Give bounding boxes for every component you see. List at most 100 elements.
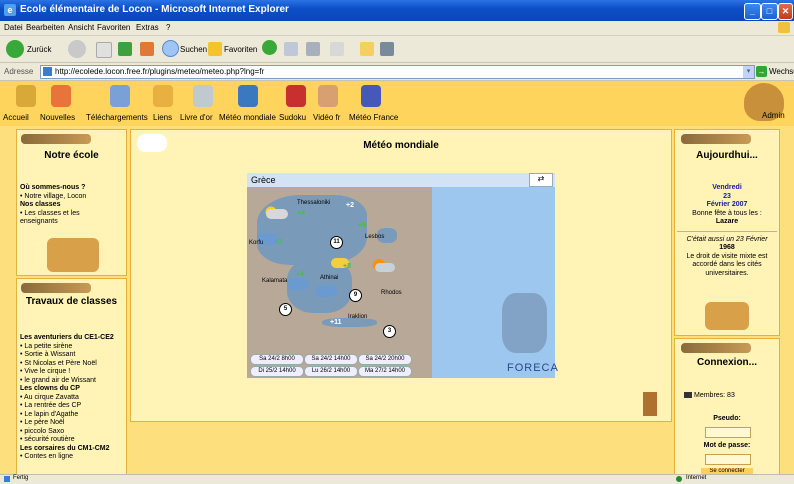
day-button[interactable]: Ma 27/2 14h00 bbox=[358, 366, 412, 377]
nav-meteo-mondiale[interactable]: Météo mondiale bbox=[219, 113, 276, 122]
branch-decoration bbox=[681, 134, 751, 144]
temp-label: +3 bbox=[358, 222, 366, 229]
home-icon[interactable] bbox=[140, 42, 154, 56]
notre-ecole-list: Où sommes-nous ? • Notre village, Locon … bbox=[20, 184, 86, 227]
wind-marker: 3 bbox=[383, 325, 396, 338]
day-button[interactable]: Lu 26/2 14h00 bbox=[304, 366, 358, 377]
cloud-icon bbox=[287, 278, 309, 290]
children-illustration bbox=[705, 302, 749, 330]
back-icon[interactable] bbox=[6, 40, 24, 58]
address-dropdown-icon[interactable]: ▾ bbox=[743, 66, 754, 78]
search-icon[interactable] bbox=[162, 40, 179, 57]
travaux-box: Travaux de classes Les aventuriers du CE… bbox=[16, 278, 127, 476]
nav-liens[interactable]: Liens bbox=[153, 113, 172, 122]
day-button[interactable]: Di 25/2 14h00 bbox=[250, 366, 304, 377]
print-icon[interactable] bbox=[330, 42, 344, 56]
forward-icon[interactable] bbox=[68, 40, 86, 58]
nav-sudoku[interactable]: Sudoku bbox=[279, 113, 306, 122]
go-icon[interactable]: → bbox=[756, 66, 767, 77]
link-classes[interactable]: • Les classes et les bbox=[20, 210, 86, 219]
travail-link[interactable]: • Vive le cirque ! bbox=[20, 368, 114, 377]
page-status-icon bbox=[4, 476, 10, 482]
meteo-mondiale-icon[interactable] bbox=[238, 85, 258, 107]
menu-help[interactable]: ? bbox=[166, 23, 170, 32]
travail-link[interactable]: • sécurité routière bbox=[20, 436, 114, 445]
favorites-label[interactable]: Favoriten bbox=[224, 45, 257, 54]
travaux-title: Travaux de classes bbox=[25, 296, 118, 307]
close-button[interactable]: ✕ bbox=[778, 3, 793, 20]
city-label: Rhodos bbox=[381, 290, 402, 296]
link-classes-cont[interactable]: enseignants bbox=[20, 218, 86, 227]
city-label: Korfu bbox=[249, 240, 264, 246]
menu-bearbeiten[interactable]: Bearbeiten bbox=[26, 23, 65, 32]
livre-dor-icon[interactable] bbox=[193, 85, 213, 107]
refresh-icon[interactable] bbox=[118, 42, 132, 56]
city-label: Lesbos bbox=[365, 234, 385, 240]
travail-link[interactable]: • piccolo Saxo bbox=[20, 428, 114, 437]
mail-icon[interactable] bbox=[306, 42, 320, 56]
menu-datei[interactable]: Datei bbox=[4, 23, 23, 32]
weather-map[interactable] bbox=[247, 173, 555, 378]
day-button[interactable]: Sa 24/2 20h00 bbox=[358, 354, 412, 365]
link-notre-village[interactable]: • Notre village, Locon bbox=[20, 193, 86, 202]
meteo-france-icon[interactable] bbox=[361, 85, 381, 107]
sudoku-icon[interactable] bbox=[286, 85, 306, 107]
maximize-button[interactable]: □ bbox=[761, 3, 778, 20]
telechargements-icon[interactable] bbox=[110, 85, 130, 107]
members-count: Membres: 83 bbox=[694, 392, 735, 399]
travail-link[interactable]: • Contes en ligne bbox=[20, 453, 114, 462]
aujourdhui-box: Aujourdhui... Vendredi 23 Février 2007 B… bbox=[674, 129, 780, 336]
liens-icon[interactable] bbox=[153, 85, 173, 107]
folder-icon[interactable] bbox=[360, 42, 374, 56]
admin-link[interactable]: Admin bbox=[762, 111, 785, 120]
pseudo-input[interactable] bbox=[705, 427, 751, 438]
minimize-button[interactable]: _ bbox=[744, 3, 761, 20]
temp-label: +4 bbox=[297, 210, 305, 217]
menu-favoriten[interactable]: Favoriten bbox=[97, 23, 130, 32]
travail-link[interactable]: • La rentrée des CP bbox=[20, 402, 114, 411]
nouvelles-icon[interactable] bbox=[51, 85, 71, 107]
cloud-icon bbox=[266, 209, 288, 219]
address-url[interactable]: http://ecolede.locon.free.fr/plugins/met… bbox=[55, 67, 264, 76]
map-region: Grèce bbox=[251, 175, 276, 185]
nav-nouvelles[interactable]: Nouvelles bbox=[40, 113, 75, 122]
password-label: Mot de passe: bbox=[703, 442, 751, 449]
messenger-icon[interactable] bbox=[380, 42, 394, 56]
menu-ansicht[interactable]: Ansicht bbox=[68, 23, 94, 32]
city-label: Athinai bbox=[320, 275, 339, 281]
nav-meteo-france[interactable]: Météo France bbox=[349, 113, 398, 122]
address-field[interactable]: http://ecolede.locon.free.fr/plugins/met… bbox=[40, 65, 755, 79]
site-nav: Accueil Nouvelles Téléchargements Liens … bbox=[0, 81, 794, 126]
notre-ecole-title: Notre école bbox=[44, 150, 99, 161]
travail-link[interactable]: • Au cirque Zavatta bbox=[20, 394, 114, 403]
map-menu-icon[interactable]: ⇄ bbox=[529, 173, 553, 187]
password-input[interactable] bbox=[705, 454, 751, 465]
day-button[interactable]: Sa 24/2 8h00 bbox=[250, 354, 304, 365]
page-icon bbox=[43, 67, 52, 76]
travail-link[interactable]: • St Nicolas et Père Noël bbox=[20, 360, 114, 369]
nav-livre-dor[interactable]: Livre d'or bbox=[180, 113, 213, 122]
travail-link[interactable]: • La petite sirène bbox=[20, 343, 114, 352]
history-icon[interactable] bbox=[284, 42, 298, 56]
stop-icon[interactable] bbox=[96, 42, 112, 58]
favorites-icon[interactable] bbox=[208, 42, 222, 56]
menu-extras[interactable]: Extras bbox=[136, 23, 159, 32]
temp-label: +4 bbox=[296, 271, 304, 278]
media-icon[interactable] bbox=[262, 40, 277, 55]
temp-label: +11 bbox=[330, 319, 342, 326]
travail-link[interactable]: • Sortie à Wissant bbox=[20, 351, 114, 360]
video-icon[interactable] bbox=[318, 85, 338, 107]
back-label[interactable]: Zurück bbox=[27, 45, 51, 54]
travail-link[interactable]: • Le lapin d'Agathe bbox=[20, 411, 114, 420]
window-title-bar: e Ecole élémentaire de Locon - Microsoft… bbox=[0, 0, 794, 21]
day-button[interactable]: Sa 24/2 14h00 bbox=[304, 354, 358, 365]
search-label[interactable]: Suchen bbox=[180, 45, 207, 54]
class-heading: Les corsaires du CM1-CM2 bbox=[20, 444, 110, 452]
nav-video[interactable]: Vidéo fr bbox=[313, 113, 340, 122]
travail-link[interactable]: • le grand air de Wissant bbox=[20, 377, 114, 386]
nav-telechargements[interactable]: Téléchargements bbox=[86, 113, 148, 122]
nav-accueil[interactable]: Accueil bbox=[3, 113, 29, 122]
travail-link[interactable]: • Le père Noël bbox=[20, 419, 114, 428]
accueil-icon[interactable] bbox=[16, 85, 36, 107]
go-label[interactable]: Wechseln zu bbox=[769, 67, 794, 76]
